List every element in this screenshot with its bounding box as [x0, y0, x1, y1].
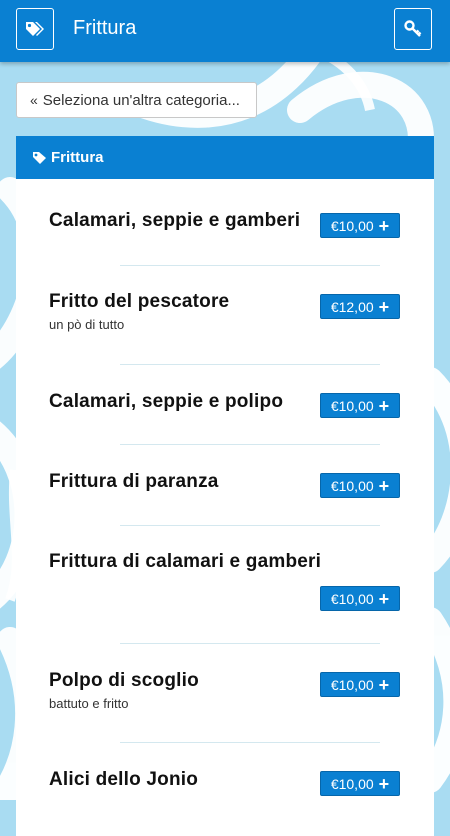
tags-icon	[26, 22, 44, 36]
price-label: €10,00	[330, 676, 374, 693]
menu-item-name: Frittura di calamari e gamberi	[49, 551, 322, 572]
key-icon	[404, 20, 422, 37]
price-label: €10,00	[330, 590, 374, 607]
price-label: €10,00	[330, 775, 374, 792]
tag-icon	[33, 151, 46, 164]
price-label: €10,00	[330, 217, 374, 234]
add-to-order-button[interactable]: €10,00 +	[320, 473, 400, 498]
menu-item-description: un pò di tutto	[49, 317, 125, 332]
page-title: Frittura	[73, 17, 137, 39]
add-to-order-button[interactable]: €10,00 +	[320, 213, 400, 238]
item-divider	[120, 742, 380, 743]
item-divider	[120, 525, 380, 526]
item-divider	[120, 444, 380, 445]
key-button[interactable]	[394, 8, 432, 50]
item-divider	[120, 265, 380, 266]
plus-icon: +	[378, 773, 390, 794]
menu-item-description: battuto e fritto	[49, 696, 129, 711]
plus-icon: +	[378, 674, 390, 695]
add-to-order-button[interactable]: €10,00 +	[320, 771, 400, 796]
category-title: Frittura	[51, 149, 104, 166]
add-to-order-button[interactable]: €10,00 +	[320, 393, 400, 418]
menu-card: Frittura Calamari, seppie e gamberi €10,…	[16, 136, 434, 836]
plus-icon: +	[378, 215, 390, 236]
plus-icon: +	[378, 395, 390, 416]
menu-item: Frittura di calamari e gamberi	[49, 551, 399, 573]
price-label: €10,00	[330, 477, 374, 494]
plus-icon: +	[378, 475, 390, 496]
price-label: €12,00	[330, 298, 374, 315]
category-header: Frittura	[16, 136, 434, 179]
add-to-order-button[interactable]: €12,00 +	[320, 294, 400, 319]
select-other-category-button[interactable]: « Seleziona un'altra categoria...	[16, 82, 257, 118]
add-to-order-button[interactable]: €10,00 +	[320, 586, 400, 611]
select-other-category-label: Seleziona un'altra categoria...	[42, 91, 240, 109]
top-app-bar: Frittura	[0, 0, 450, 62]
double-chevron-left-icon: «	[30, 92, 38, 108]
price-label: €10,00	[330, 397, 374, 414]
item-divider	[120, 364, 380, 365]
item-divider	[120, 643, 380, 644]
categories-button[interactable]	[16, 8, 54, 50]
plus-icon: +	[378, 296, 390, 317]
add-to-order-button[interactable]: €10,00 +	[320, 672, 400, 697]
plus-icon: +	[378, 588, 390, 609]
